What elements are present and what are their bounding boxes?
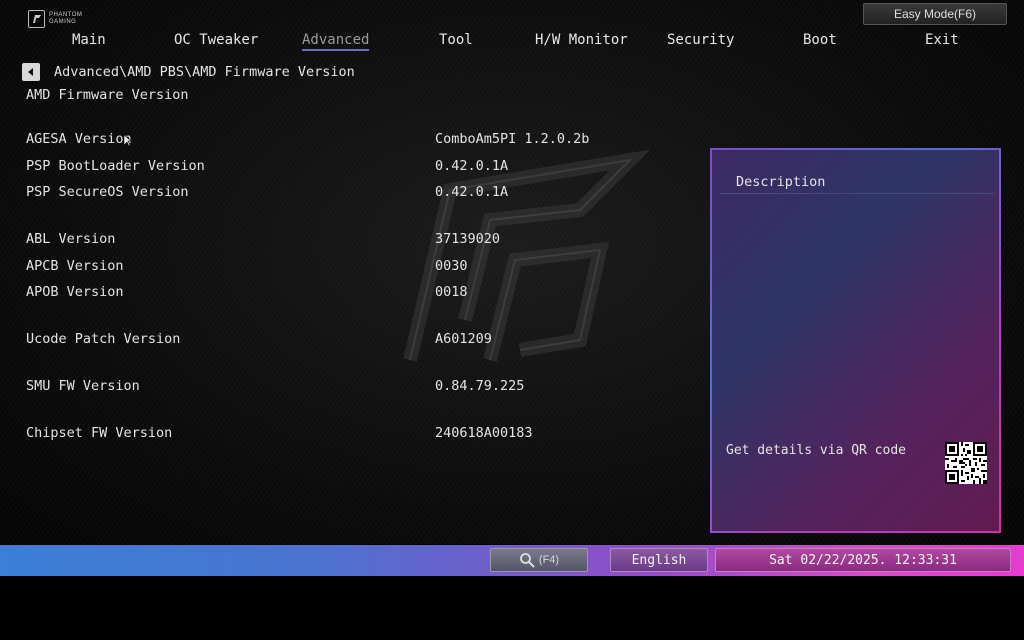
row-value-apcb: 0030 xyxy=(435,258,468,274)
brand-logo: PHANTOM GAMING xyxy=(28,8,108,30)
description-divider xyxy=(720,193,994,194)
phantom-logo-icon xyxy=(28,10,45,28)
phantom-gaming-watermark-icon xyxy=(403,150,650,362)
row-value-ucode-patch: A601209 xyxy=(435,331,492,347)
tab-oc-tweaker[interactable]: OC Tweaker xyxy=(174,32,258,48)
page-title: AMD Firmware Version xyxy=(26,87,189,103)
magnifier-icon xyxy=(520,553,535,568)
row-label-abl: ABL Version xyxy=(26,231,116,247)
tab-security[interactable]: Security xyxy=(667,32,734,48)
tab-boot[interactable]: Boot xyxy=(803,32,837,48)
tab-hw-monitor[interactable]: H/W Monitor xyxy=(535,32,628,48)
row-label-ucode-patch: Ucode Patch Version xyxy=(26,331,181,347)
easy-mode-button[interactable]: Easy Mode(F6) xyxy=(863,3,1007,25)
main-tabs: Main OC Tweaker Advanced Tool H/W Monito… xyxy=(0,30,1024,56)
row-value-psp-secureos: 0.42.0.1A xyxy=(435,184,509,200)
tab-main[interactable]: Main xyxy=(72,32,106,48)
brand-logo-text: PHANTOM GAMING xyxy=(49,12,83,25)
left-arrow-icon xyxy=(28,68,33,76)
language-button[interactable]: English xyxy=(610,548,708,572)
row-value-apob: 0018 xyxy=(435,284,468,300)
datetime-display[interactable]: Sat 02/22/2025. 12:33:31 xyxy=(715,548,1011,572)
row-label-psp-secureos: PSP SecureOS Version xyxy=(26,184,189,200)
search-button[interactable]: (F4) xyxy=(490,548,588,572)
row-label-smu-fw: SMU FW Version xyxy=(26,378,140,394)
search-shortcut-label: (F4) xyxy=(538,554,560,566)
tab-advanced[interactable]: Advanced xyxy=(302,32,370,51)
breadcrumb: Advanced\AMD PBS\AMD Firmware Version xyxy=(54,64,355,80)
row-label-apob: APOB Version xyxy=(26,284,124,300)
row-label-psp-bootloader: PSP BootLoader Version xyxy=(26,158,205,174)
description-title: Description xyxy=(736,174,826,190)
row-label-chipset-fw: Chipset FW Version xyxy=(26,425,173,441)
row-label-apcb: APCB Version xyxy=(26,258,124,274)
tab-tool[interactable]: Tool xyxy=(439,32,473,48)
row-value-abl: 37139020 xyxy=(435,231,501,247)
qr-code-icon xyxy=(945,442,987,484)
row-value-chipset-fw: 240618A00183 xyxy=(435,425,533,441)
back-button[interactable] xyxy=(22,63,40,81)
tab-exit[interactable]: Exit xyxy=(925,32,959,48)
description-panel: Description Get details via QR code xyxy=(710,148,1001,533)
row-value-smu-fw: 0.84.79.225 xyxy=(435,378,525,394)
row-value-psp-bootloader: 0.42.0.1A xyxy=(435,158,509,174)
row-value-agesa: ComboAm5PI 1.2.0.2b xyxy=(435,131,590,147)
qr-caption: Get details via QR code xyxy=(726,443,907,458)
row-label-agesa: AGESA Version xyxy=(26,131,132,147)
mouse-pointer-icon xyxy=(124,135,132,147)
